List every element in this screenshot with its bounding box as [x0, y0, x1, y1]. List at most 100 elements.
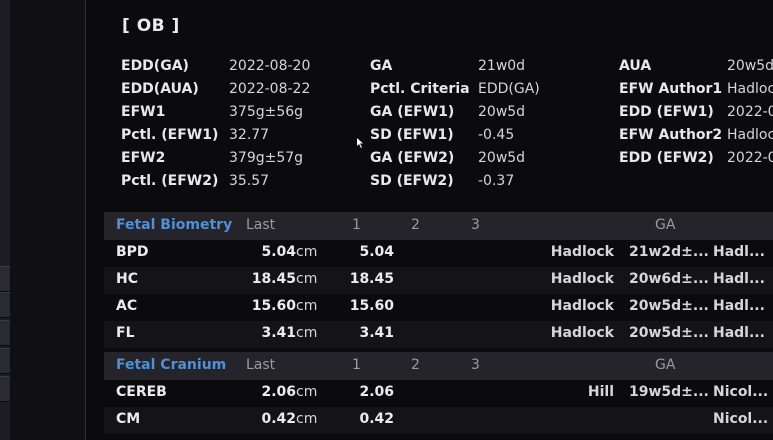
measurement-ga: 20w5d±...	[629, 298, 709, 314]
measurement-author: Hadlock	[550, 244, 614, 260]
measurement-author: Hadlock	[550, 271, 614, 287]
toolbar-button[interactable]	[0, 320, 10, 346]
measurement-last: 3.41	[261, 325, 296, 341]
summary-value: Hadlock	[727, 127, 773, 143]
measurement-value-1: 3.41	[359, 325, 394, 341]
measurement-unit: cm	[296, 298, 318, 314]
fetal-biometry-header[interactable]: Fetal Biometry Last 1 2 3 GA	[104, 212, 773, 240]
section-title[interactable]: Fetal Biometry	[116, 217, 232, 233]
column-header-ga: GA	[655, 357, 676, 373]
summary-label: EFW1	[121, 104, 166, 120]
summary-label: EDD(AUA)	[121, 81, 199, 97]
measurement-row[interactable]: CEREB 2.06 cm 2.06 Hill 19w5d±... Nicol.…	[104, 380, 773, 407]
panel-title: [ OB ]	[122, 16, 180, 36]
column-header-2: 2	[411, 357, 420, 373]
measurement-name: FL	[116, 325, 135, 341]
measurement-value-1: 15.60	[349, 298, 394, 314]
measurement-ga: 19w5d±...	[629, 384, 709, 400]
measurement-value-1: 18.45	[349, 271, 394, 287]
summary-label: SD (EFW1)	[370, 127, 454, 143]
summary-label: EDD (EFW1)	[619, 104, 714, 120]
summary-value: EDD(GA)	[478, 81, 540, 97]
summary-label: Pctl. (EFW1)	[121, 127, 219, 143]
measurement-last: 15.60	[251, 298, 296, 314]
measurement-value-1: 2.06	[359, 384, 394, 400]
summary-label: EFW2	[121, 150, 166, 166]
summary-value: 32.77	[229, 127, 270, 143]
summary-value: 2022-0	[727, 104, 773, 120]
column-header-ga: GA	[655, 217, 676, 233]
summary-label: SD (EFW2)	[370, 173, 454, 189]
mouse-pointer-icon	[357, 138, 365, 148]
measurement-ga-author: Hadl...	[713, 271, 765, 287]
column-header-3: 3	[471, 217, 480, 233]
summary-value: 20w5d	[727, 58, 773, 74]
measurement-unit: cm	[296, 325, 318, 341]
left-toolbar-strip	[0, 0, 10, 440]
column-header-3: 3	[471, 357, 480, 373]
summary-label: AUA	[619, 58, 652, 74]
column-header-2: 2	[411, 217, 420, 233]
measurement-ga-author: Hadl...	[713, 244, 765, 260]
measurement-ga: 20w6d±...	[629, 271, 709, 287]
summary-value: 379g±57g	[229, 150, 304, 166]
summary-label: GA (EFW1)	[370, 104, 455, 120]
toolbar-button[interactable]	[0, 266, 10, 292]
summary-row: Pctl. (EFW2) 35.57 SD (EFW2) -0.37	[86, 173, 773, 197]
toolbar-button[interactable]	[0, 292, 10, 318]
measurement-last: 2.06	[261, 384, 296, 400]
summary-value: 35.57	[229, 173, 270, 189]
summary-row: EFW1 375g±56g GA (EFW1) 20w5d EDD (EFW1)…	[86, 104, 773, 128]
summary-label: Pctl. (EFW2)	[121, 173, 219, 189]
summary-row: EDD(GA) 2022-08-20 GA 21w0d AUA 20w5d	[86, 58, 773, 82]
measurement-unit: cm	[296, 384, 318, 400]
measurement-name: CEREB	[116, 384, 167, 400]
summary-label: EDD(GA)	[121, 58, 189, 74]
toolbar-button[interactable]	[0, 376, 10, 402]
summary-value: 21w0d	[478, 58, 526, 74]
summary-value: 2022-08-22	[229, 81, 311, 97]
measurement-name: AC	[116, 298, 138, 314]
summary-value: -0.37	[478, 173, 515, 189]
measurement-value-1: 5.04	[359, 244, 394, 260]
summary-label: GA (EFW2)	[370, 150, 455, 166]
column-header-last: Last	[246, 357, 276, 373]
measurement-ga: 21w2d±...	[629, 244, 709, 260]
measurement-author: Hadlock	[550, 298, 614, 314]
summary-label: EDD (EFW2)	[619, 150, 714, 166]
measurement-unit: cm	[296, 411, 318, 427]
summary-row: Pctl. (EFW1) 32.77 SD (EFW1) -0.45 EFW A…	[86, 127, 773, 151]
measurement-ga: 20w5d±...	[629, 325, 709, 341]
summary-value: 20w5d	[478, 104, 526, 120]
measurement-author: Hadlock	[550, 325, 614, 341]
measurement-ga-author: Hadl...	[713, 298, 765, 314]
measurement-row[interactable]: FL 3.41 cm 3.41 Hadlock 20w5d±... Hadl..…	[104, 321, 773, 348]
measurement-row[interactable]: BPD 5.04 cm 5.04 Hadlock 21w2d±... Hadl.…	[104, 240, 773, 267]
measurement-unit: cm	[296, 244, 318, 260]
column-header-1: 1	[352, 217, 361, 233]
summary-row: EFW2 379g±57g GA (EFW2) 20w5d EDD (EFW2)…	[86, 150, 773, 174]
column-header-last: Last	[246, 217, 276, 233]
ob-report-panel: [ OB ] EDD(GA) 2022-08-20 GA 21w0d AUA 2…	[85, 0, 773, 440]
measurement-row[interactable]: AC 15.60 cm 15.60 Hadlock 20w5d±... Hadl…	[104, 294, 773, 321]
measurement-name: CM	[116, 411, 141, 427]
measurement-author: Hill	[587, 384, 614, 400]
measurement-ga-author: Nicol...	[713, 384, 769, 400]
fetal-cranium-header[interactable]: Fetal Cranium Last 1 2 3 GA	[104, 352, 773, 380]
toolbar-button[interactable]	[0, 348, 10, 374]
summary-row: EDD(AUA) 2022-08-22 Pctl. Criteria EDD(G…	[86, 81, 773, 105]
summary-value: 2022-0	[727, 150, 773, 166]
summary-value: Hadlock	[727, 81, 773, 97]
measurement-name: BPD	[116, 244, 149, 260]
measurement-last: 18.45	[251, 271, 296, 287]
section-title[interactable]: Fetal Cranium	[116, 357, 226, 373]
measurement-row[interactable]: CM 0.42 cm 0.42 Nicol...	[104, 407, 773, 434]
measurement-ga-author: Nicol...	[713, 411, 769, 427]
summary-value: 20w5d	[478, 150, 526, 166]
column-header-1: 1	[352, 357, 361, 373]
measurement-row[interactable]: HC 18.45 cm 18.45 Hadlock 20w6d±... Hadl…	[104, 267, 773, 294]
measurement-last: 5.04	[261, 244, 296, 260]
summary-value: 2022-08-20	[229, 58, 311, 74]
summary-label: EFW Author1	[619, 81, 723, 97]
summary-label: EFW Author2	[619, 127, 723, 143]
